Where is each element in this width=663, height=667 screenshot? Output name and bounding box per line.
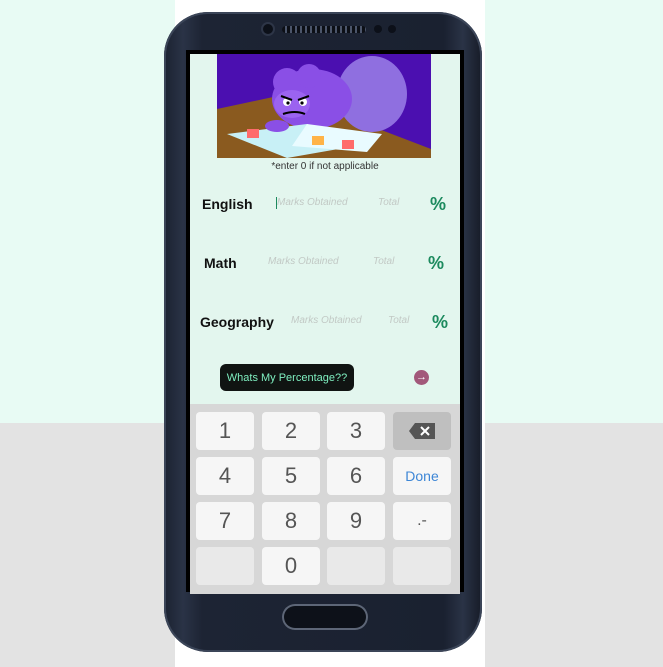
- blank-key: [393, 547, 451, 585]
- hint-caption: *enter 0 if not applicable: [271, 161, 379, 172]
- sensor-icon: [374, 25, 382, 33]
- total-input-geography[interactable]: Total: [388, 315, 409, 326]
- key-6[interactable]: 6: [327, 457, 385, 495]
- key-9[interactable]: 9: [327, 502, 385, 540]
- key-4[interactable]: 4: [196, 457, 254, 495]
- blank-key: [196, 547, 254, 585]
- key-1[interactable]: 1: [196, 412, 254, 450]
- total-input-english[interactable]: Total: [378, 197, 399, 208]
- banner-image: [217, 54, 431, 158]
- app-screen: *enter 0 if not applicable English Marks…: [190, 54, 460, 594]
- sensor-icon: [388, 25, 396, 33]
- key-0[interactable]: 0: [262, 547, 320, 585]
- reading-character-illustration: [217, 54, 431, 158]
- percent-icon: %: [432, 312, 449, 332]
- marks-obtained-input-math[interactable]: Marks Obtained: [268, 256, 339, 267]
- frame-border-right: [460, 52, 464, 592]
- percent-icon: %: [428, 253, 445, 273]
- key-8[interactable]: 8: [262, 502, 320, 540]
- blank-key: [327, 547, 385, 585]
- subject-label-math: Math: [204, 255, 237, 271]
- home-button[interactable]: [282, 604, 368, 630]
- key-7[interactable]: 7: [196, 502, 254, 540]
- marks-obtained-input-geography[interactable]: Marks Obtained: [291, 315, 362, 326]
- earpiece-speaker: [282, 26, 366, 33]
- subject-label-english: English: [202, 196, 253, 212]
- percent-icon: %: [430, 194, 447, 214]
- dot-minus-key[interactable]: .-: [393, 502, 451, 540]
- total-input-math[interactable]: Total: [373, 256, 394, 267]
- backspace-key[interactable]: [393, 412, 451, 450]
- done-key[interactable]: Done: [393, 457, 451, 495]
- subject-label-geography: Geography: [200, 314, 274, 330]
- calculate-percentage-button[interactable]: Whats My Percentage??: [220, 364, 354, 391]
- key-3[interactable]: 3: [327, 412, 385, 450]
- backspace-icon: [409, 423, 435, 439]
- numeric-keypad: 1 2 3 4 5 6 Done 7 8 9 .- 0: [190, 404, 460, 594]
- key-5[interactable]: 5: [262, 457, 320, 495]
- arrow-right-icon[interactable]: →: [414, 370, 429, 385]
- key-2[interactable]: 2: [262, 412, 320, 450]
- marks-obtained-input-english[interactable]: Marks Obtained: [277, 197, 348, 208]
- front-camera-icon: [263, 24, 273, 34]
